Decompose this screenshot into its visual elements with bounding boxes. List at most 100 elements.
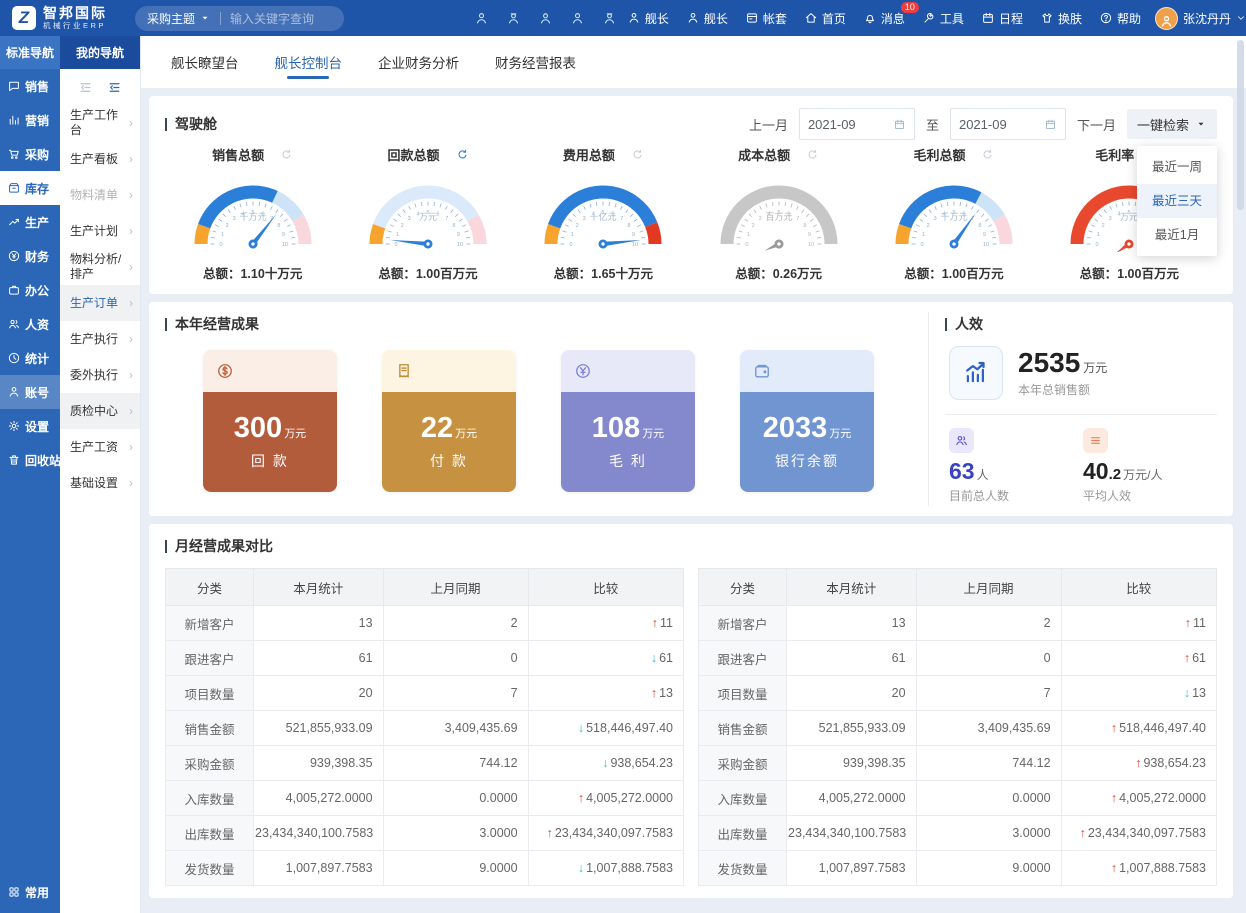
sidebar-item-办公[interactable]: 办公 <box>0 273 60 307</box>
date-controls: 上一月 2021-09 至 2021-09 下一月 一键检索 <box>749 108 1217 140</box>
svg-text:2: 2 <box>401 223 404 229</box>
role-person-icon[interactable] <box>474 11 489 26</box>
role-person-icon[interactable] <box>570 11 585 26</box>
current-month-value: 4,005,272.0000 <box>787 781 917 816</box>
topbar-item-首页[interactable]: 首页 <box>804 10 846 27</box>
sidebar2-item-基础设置[interactable]: 基础设置› <box>60 465 140 501</box>
role-person2-icon[interactable] <box>602 11 617 26</box>
arrow-up-icon: ↑ <box>1184 651 1190 665</box>
tab-舰长控制台[interactable]: 舰长控制台 <box>275 36 343 88</box>
previous-month-value: 9.0000 <box>383 851 528 886</box>
dropdown-option-最近一周[interactable]: 最近一周 <box>1137 150 1217 184</box>
row-category: 跟进客户 <box>699 641 787 676</box>
topbar-item-label: 帐套 <box>763 10 787 27</box>
scrollbar-thumb[interactable] <box>1237 40 1244 210</box>
topbar-item-帐套[interactable]: 帐套 <box>745 10 787 27</box>
sidebar2-item-生产工作台[interactable]: 生产工作台› <box>60 105 140 141</box>
current-month-value: 939,398.35 <box>787 746 917 781</box>
collapse-toggle-icon[interactable] <box>107 80 122 95</box>
prev-month-button[interactable]: 上一月 <box>749 115 788 134</box>
sidebar2-item-生产计划[interactable]: 生产计划› <box>60 213 140 249</box>
sidebar-primary-header[interactable]: 标准导航 <box>0 36 60 69</box>
sidebar2-item-物料分析/排产[interactable]: 物料分析/排产› <box>60 249 140 285</box>
card-body: 108万元毛 利 <box>561 392 695 492</box>
dropdown-option-最近1月[interactable]: 最近1月 <box>1137 218 1217 252</box>
refresh-icon[interactable] <box>280 148 293 161</box>
sidebar-item-营销[interactable]: 营销 <box>0 103 60 137</box>
collapse-toggle-icon[interactable] <box>78 80 93 95</box>
table-row: 跟进客户610↓61 <box>166 641 684 676</box>
title-bar <box>165 118 167 131</box>
tab-企业财务分析[interactable]: 企业财务分析 <box>378 36 459 88</box>
sidebar-secondary-header[interactable]: 我的导航 <box>60 36 140 69</box>
sidebar2-item-委外执行[interactable]: 委外执行› <box>60 357 140 393</box>
arrow-up-icon: ↑ <box>651 686 657 700</box>
dropdown-option-最近三天[interactable]: 最近三天 <box>1137 184 1217 218</box>
topbar-item-日程[interactable]: 日程 <box>981 10 1023 27</box>
result-card-付款[interactable]: 22万元付 款 <box>382 350 516 492</box>
sidebar-item-账号[interactable]: 账号 <box>0 375 60 409</box>
gauge-title: 成本总额 <box>738 144 819 164</box>
divider <box>945 414 1217 415</box>
sidebar-item-库存[interactable]: 库存 <box>0 171 60 205</box>
topbar-item-舰长[interactable]: 舰长 <box>627 10 669 27</box>
sidebar-item-统计[interactable]: 统计 <box>0 341 60 375</box>
role-person2-icon[interactable] <box>506 11 521 26</box>
table-row: 项目数量207↑13 <box>166 676 684 711</box>
result-card-银行余额[interactable]: 2033万元银行余额 <box>740 350 874 492</box>
svg-text:10: 10 <box>983 242 989 248</box>
global-search[interactable]: 采购主题 输入关键字查询 <box>135 6 344 31</box>
refresh-icon[interactable] <box>631 148 644 161</box>
svg-text:3: 3 <box>232 216 235 222</box>
tab-财务经营报表[interactable]: 财务经营报表 <box>495 36 576 88</box>
search-input[interactable]: 输入关键字查询 <box>230 10 314 27</box>
result-card-毛利[interactable]: 108万元毛 利 <box>561 350 695 492</box>
result-card-回款[interactable]: 300万元回 款 <box>203 350 337 492</box>
topbar-item-帮助[interactable]: 帮助 <box>1099 10 1141 27</box>
caret-down-icon <box>199 12 211 24</box>
sidebar-item-财务[interactable]: 财务 <box>0 239 60 273</box>
date-from-input[interactable]: 2021-09 <box>799 108 915 140</box>
topbar-item-舰长[interactable]: 舰长 <box>686 10 728 27</box>
vertical-scrollbar[interactable] <box>1237 40 1244 909</box>
topbar-item-工具[interactable]: 工具 <box>922 10 964 27</box>
user-name: 张沈丹丹 <box>1183 10 1231 27</box>
next-month-button[interactable]: 下一月 <box>1077 115 1116 134</box>
stat-value: 40.2万元/人 <box>1083 460 1217 483</box>
previous-month-value: 7 <box>916 676 1061 711</box>
sidebar-item-采购[interactable]: 采购 <box>0 137 60 171</box>
svg-text:8: 8 <box>277 223 280 229</box>
sidebar-item-生产[interactable]: 生产 <box>0 205 60 239</box>
gauge-total: 总额：0.26万元 <box>735 263 822 282</box>
cockpit-title: 驾驶舱 <box>165 114 217 134</box>
sidebar2-item-生产工资[interactable]: 生产工资› <box>60 429 140 465</box>
current-month-value: 4,005,272.0000 <box>254 781 384 816</box>
sidebar-item-销售[interactable]: 销售 <box>0 69 60 103</box>
tab-舰长瞭望台[interactable]: 舰长瞭望台 <box>171 36 239 88</box>
chevron-right-icon: › <box>129 116 133 131</box>
search-category-select[interactable]: 采购主题 <box>147 10 211 27</box>
role-person3-icon[interactable] <box>538 11 553 26</box>
quick-search-button[interactable]: 一键检索 <box>1127 109 1217 139</box>
gauge-title-text: 回款总额 <box>387 145 439 164</box>
sidebar2-item-物料清单[interactable]: 物料清单› <box>60 177 140 213</box>
sidebar-item-changyong[interactable]: 常用 <box>0 871 60 913</box>
date-to-input[interactable]: 2021-09 <box>950 108 1066 140</box>
sidebar2-item-生产看板[interactable]: 生产看板› <box>60 141 140 177</box>
sidebar-item-设置[interactable]: 设置 <box>0 409 60 443</box>
sidebar-item-人资[interactable]: 人资 <box>0 307 60 341</box>
sidebar2-item-质检中心[interactable]: 质检中心› <box>60 393 140 429</box>
chevron-right-icon: › <box>129 368 133 383</box>
user-menu[interactable]: 张沈丹丹 <box>1155 7 1246 30</box>
refresh-icon[interactable] <box>981 148 994 161</box>
sidebar-item-回收站[interactable]: 回收站 <box>0 443 60 477</box>
svg-text:7: 7 <box>796 216 799 222</box>
sidebar2-item-生产执行[interactable]: 生产执行› <box>60 321 140 357</box>
refresh-icon[interactable] <box>806 148 819 161</box>
refresh-icon[interactable] <box>456 148 469 161</box>
sidebar2-item-生产订单[interactable]: 生产订单› <box>60 285 140 321</box>
topbar-item-消息[interactable]: 消息10 <box>863 10 905 27</box>
current-month-value: 20 <box>254 676 384 711</box>
app-logo[interactable]: Z 智邦国际 机械行业ERP <box>0 6 121 30</box>
topbar-item-换肤[interactable]: 换肤 <box>1040 10 1082 27</box>
